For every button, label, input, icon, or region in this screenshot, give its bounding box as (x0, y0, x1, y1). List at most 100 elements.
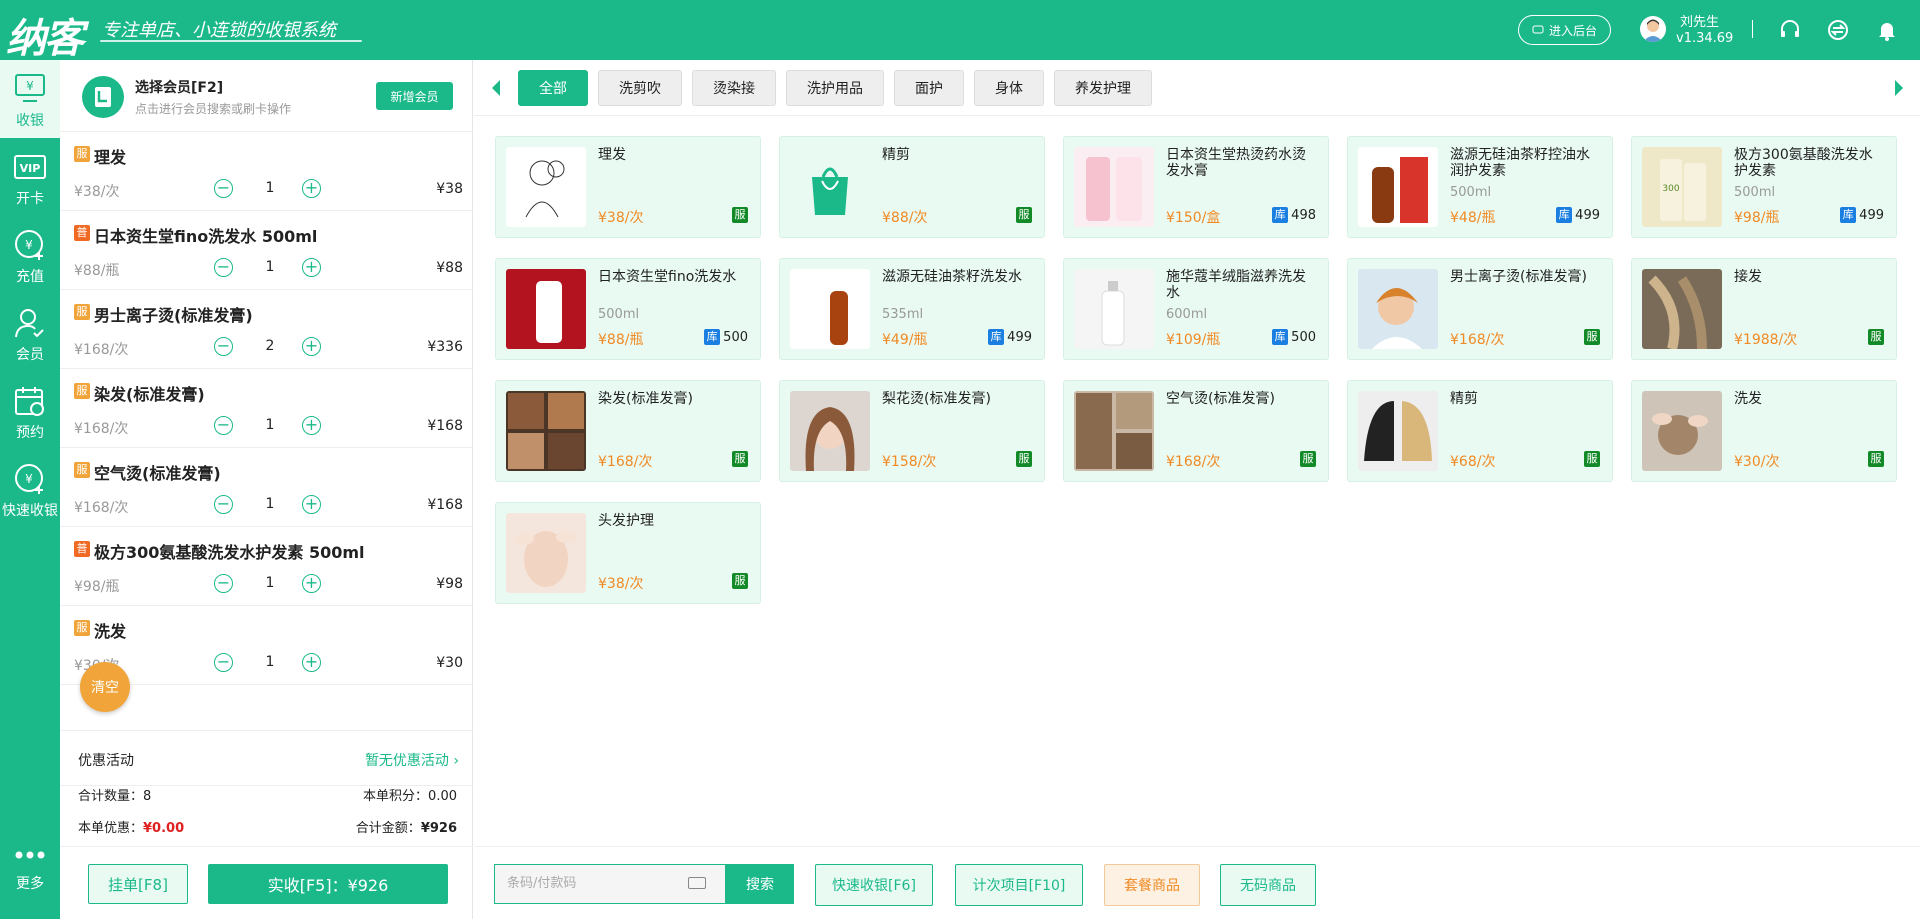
tab-category[interactable]: 身体 (974, 70, 1044, 106)
product-price: ¥68/次 (1450, 454, 1496, 470)
bottom-bar: 条码/付款码 搜索 快速收银[F6] 计次项目[F10] 套餐商品 无码商品 (474, 846, 1920, 919)
decrease-qty-button[interactable]: − (214, 337, 233, 356)
increase-qty-button[interactable]: + (302, 574, 321, 593)
sidebar-item-label: 预约 (16, 425, 44, 441)
product-card[interactable]: 300 极方300氨基酸洗发水护发素 500ml ¥98/瓶 库 499 (1631, 136, 1897, 238)
product-card[interactable]: 头发护理 ¥38/次 服 (495, 502, 761, 604)
product-spec: 500ml (1450, 185, 1492, 200)
cart-item-name: 染发(标准发膏) (94, 385, 205, 404)
clear-cart-button[interactable]: 清空 (80, 662, 130, 712)
product-card[interactable]: 滋源无硅油茶籽控油水润护发素 500ml ¥48/瓶 库 499 (1347, 136, 1613, 238)
product-card[interactable]: 接发 ¥1988/次 服 (1631, 258, 1897, 360)
product-card[interactable]: 日本资生堂热烫药水烫发水膏 ¥150/盒 库 498 (1063, 136, 1329, 238)
tab-category[interactable]: 洗护用品 (786, 70, 884, 106)
decrease-qty-button[interactable]: − (214, 258, 233, 277)
product-name: 男士离子烫(标准发膏) (1450, 269, 1587, 285)
promo-value[interactable]: 暂无优惠活动 › (365, 750, 459, 770)
sidebar-item-quick-cash[interactable]: ¥ 快速收银 (0, 450, 60, 528)
cart-item[interactable]: 服染发(标准发膏) ¥168/次 − 1 + ¥168 (60, 369, 473, 448)
scroll-right-icon[interactable] (1895, 80, 1903, 96)
increase-qty-button[interactable]: + (302, 179, 321, 198)
product-image (506, 147, 586, 227)
cart-item-price: ¥38/次 (74, 184, 120, 200)
product-name: 滋源无硅油茶籽洗发水 (882, 269, 1022, 285)
sidebar-item-cashier[interactable]: ¥ 收银 (0, 60, 60, 138)
cart-item[interactable]: 普日本资生堂fino洗发水 500ml ¥88/瓶 − 1 + ¥88 (60, 211, 473, 290)
product-price: ¥49/瓶 (882, 332, 928, 348)
product-card[interactable]: 染发(标准发膏) ¥168/次 服 (495, 380, 761, 482)
product-tag: 服 (1868, 451, 1884, 467)
hold-order-button[interactable]: 挂单[F8] (88, 864, 188, 904)
decrease-qty-button[interactable]: − (214, 416, 233, 435)
product-card[interactable]: 精剪 ¥88/次 服 (779, 136, 1045, 238)
cart-item-total: ¥168 (427, 497, 463, 513)
product-card[interactable]: 日本资生堂fino洗发水 500ml ¥88/瓶 库 500 (495, 258, 761, 360)
app-slogan: 专注单店、小连锁的收银系统 (102, 20, 336, 41)
product-price: ¥1988/次 (1734, 332, 1798, 348)
product-grid: 理发 ¥38/次服精剪 ¥88/次服日本资生堂热烫药水烫发水膏 ¥150/盒库 498 滋… (495, 136, 1900, 604)
service-badge: 服 (1016, 451, 1032, 467)
product-card[interactable]: 滋源无硅油茶籽洗发水 535ml ¥49/瓶 库 499 (779, 258, 1045, 360)
cart-item[interactable]: 服空气烫(标准发膏) ¥168/次 − 1 + ¥168 (60, 448, 473, 527)
product-card[interactable]: 洗发 ¥30/次 服 (1631, 380, 1897, 482)
cart-item-qty[interactable]: 1 (250, 259, 290, 275)
member-selector[interactable]: 选择会员[F2] 点击进行会员搜索或刷卡操作 新增会员 (60, 60, 473, 132)
sidebar-item-more[interactable]: 更多 (0, 833, 60, 911)
headset-icon[interactable] (1778, 18, 1802, 42)
sidebar-item-open-card[interactable]: VIP 开卡 (0, 138, 60, 216)
cart-item-qty[interactable]: 1 (250, 575, 290, 591)
cart-item-qty[interactable]: 1 (250, 496, 290, 512)
product-card[interactable]: 男士离子烫(标准发膏) ¥168/次 服 (1347, 258, 1613, 360)
sidebar-item-appointment[interactable]: 预约 (0, 372, 60, 450)
decrease-qty-button[interactable]: − (214, 495, 233, 514)
top-bar: 纳客 专注单店、小连锁的收银系统 进入后台 刘先生 v1.34.69 (0, 0, 1920, 62)
product-card[interactable]: 梨花烫(标准发膏) ¥158/次 服 (779, 380, 1045, 482)
tab-category[interactable]: 全部 (518, 70, 588, 106)
sidebar-item-recharge[interactable]: ¥ 充值 (0, 216, 60, 294)
package-goods-button[interactable]: 套餐商品 (1104, 864, 1200, 906)
product-spec: 500ml (1734, 185, 1776, 200)
increase-qty-button[interactable]: + (302, 653, 321, 672)
tab-category[interactable]: 洗剪吹 (598, 70, 682, 106)
keyboard-icon[interactable] (688, 877, 706, 889)
increase-qty-button[interactable]: + (302, 258, 321, 277)
tab-category[interactable]: 烫染接 (692, 70, 776, 106)
checkout-button[interactable]: 实收[F5]：¥926 (208, 864, 448, 904)
decrease-qty-button[interactable]: − (214, 653, 233, 672)
cart-item-name: 日本资生堂fino洗发水 500ml (94, 227, 318, 246)
sidebar-item-label: 快速收银 (2, 503, 58, 519)
product-tag: 服 (1584, 451, 1600, 467)
cart-item-qty[interactable]: 2 (250, 338, 290, 354)
tab-category[interactable]: 面护 (894, 70, 964, 106)
bell-icon[interactable] (1875, 18, 1899, 42)
count-items-button[interactable]: 计次项目[F10] (955, 864, 1083, 906)
admin-button[interactable]: 进入后台 (1518, 15, 1611, 45)
cart-item-qty[interactable]: 1 (250, 180, 290, 196)
promo-row[interactable]: 优惠活动 暂无优惠活动 › (60, 730, 473, 786)
increase-qty-button[interactable]: + (302, 416, 321, 435)
decrease-qty-button[interactable]: − (214, 179, 233, 198)
product-card[interactable]: 空气烫(标准发膏) ¥168/次 服 (1063, 380, 1329, 482)
chat-icon (1532, 25, 1544, 34)
increase-qty-button[interactable]: + (302, 495, 321, 514)
cart-item[interactable]: 服理发 ¥38/次 − 1 + ¥38 (60, 132, 473, 211)
search-button[interactable]: 搜索 (726, 864, 794, 904)
increase-qty-button[interactable]: + (302, 337, 321, 356)
switch-icon[interactable] (1826, 18, 1850, 42)
product-card[interactable]: 理发 ¥38/次 服 (495, 136, 761, 238)
avatar[interactable] (1640, 16, 1666, 42)
add-member-button[interactable]: 新增会员 (376, 82, 453, 110)
product-image (1358, 391, 1438, 471)
tab-category[interactable]: 养发护理 (1054, 70, 1152, 106)
sidebar-item-member[interactable]: 会员 (0, 294, 60, 372)
cart-item-qty[interactable]: 1 (250, 417, 290, 433)
no-code-goods-button[interactable]: 无码商品 (1220, 864, 1316, 906)
cart-item[interactable]: 普极方300氨基酸洗发水护发素 500ml ¥98/瓶 − 1 + ¥98 (60, 527, 473, 606)
product-card[interactable]: 精剪 ¥68/次 服 (1347, 380, 1613, 482)
product-card[interactable]: 施华蔻羊绒脂滋养洗发水 600ml ¥109/瓶 库 500 (1063, 258, 1329, 360)
quick-cash-button[interactable]: 快速收银[F6] (815, 864, 933, 906)
cart-item-qty[interactable]: 1 (250, 654, 290, 670)
cart-item[interactable]: 服男士离子烫(标准发膏) ¥168/次 − 2 + ¥336 (60, 290, 473, 369)
decrease-qty-button[interactable]: − (214, 574, 233, 593)
scroll-left-icon[interactable] (492, 80, 500, 96)
